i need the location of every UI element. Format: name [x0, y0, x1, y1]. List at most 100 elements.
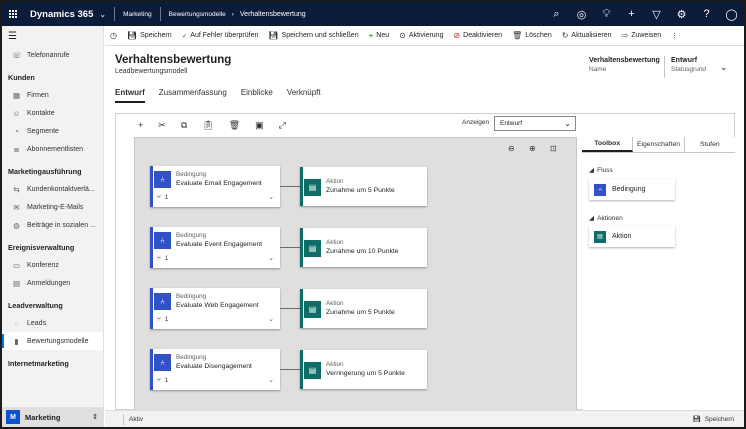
lightbulb-icon[interactable]: 💡︎	[594, 2, 619, 26]
sidebar-item[interactable]: ⇆ Kundenkontaktverlä...	[2, 180, 103, 198]
refresh-button[interactable]: ↻ Aktualisieren	[557, 31, 617, 40]
zoom-out-icon[interactable]: ⊖	[508, 144, 515, 153]
tab-toolbox[interactable]: Toolbox	[582, 137, 634, 152]
gear-icon[interactable]: ⚙	[669, 2, 694, 26]
copy-icon[interactable]: ⧉	[181, 120, 187, 131]
plus-icon[interactable]: +	[619, 2, 644, 26]
triangle-down-icon: ◢	[589, 167, 595, 174]
sidebar-item[interactable]: ◔ Segmente	[2, 122, 103, 140]
chevron-down-icon[interactable]: ⌄	[268, 254, 274, 262]
sidebar-item-label: Beiträge in sozialen ...	[27, 221, 96, 229]
sidebar-item[interactable]: ✉ Marketing-E-Mails	[2, 198, 103, 216]
history-button[interactable]: ◷	[105, 31, 122, 40]
more-label: ⋮	[671, 32, 679, 40]
condition-tile[interactable]: ⑃ Bedingung Evaluate Web Engagement ⑂ 1 ⌄	[150, 288, 280, 329]
history-icon: ◷	[110, 31, 117, 40]
zoom-in-icon[interactable]: ⊕	[529, 144, 536, 153]
new-label: Neu	[376, 32, 390, 39]
tab-stages[interactable]: Stufen	[685, 137, 735, 152]
help-icon[interactable]: ?	[694, 2, 719, 26]
sidebar-item[interactable]: ▮ Bewertungsmodelle	[2, 332, 103, 350]
registration-icon: ▤	[12, 278, 21, 288]
status-label: Statusgrund	[671, 66, 707, 73]
toolbox-action-tile[interactable]: ▤ Aktion	[589, 226, 675, 247]
person-icon[interactable]: ◯	[719, 2, 744, 26]
app-name[interactable]: Dynamics 365	[30, 9, 93, 20]
sidebar-item[interactable]: ◍ Beiträge in sozialen ...	[2, 216, 103, 234]
connector-line	[280, 369, 300, 370]
action-icon: ▤	[594, 230, 606, 243]
show-label: Anzeigen	[462, 119, 490, 126]
save-close-button[interactable]: 💾︎ Speichern und schließen	[263, 31, 363, 40]
action-tile[interactable]: ▤ Aktion Zunahme um 5 Punkte	[300, 167, 427, 206]
breadcrumb-entity[interactable]: Bewertungsmodelle	[169, 11, 226, 18]
action-tile[interactable]: ▤ Aktion Zunahme um 5 Punkte	[300, 289, 427, 328]
delete-button[interactable]: 🗑︎ Löschen	[507, 31, 557, 40]
save-button[interactable]: 💾︎ Speichern	[122, 31, 177, 40]
tab-2[interactable]: Einblicke	[241, 88, 273, 103]
status-bar: Aktiv 💾︎ Speichern	[105, 410, 744, 427]
add-icon[interactable]: +	[138, 120, 143, 130]
action-tile[interactable]: ▤ Aktion Zunahme um 10 Punkte	[300, 228, 427, 267]
filter-icon[interactable]: ▽	[644, 2, 669, 26]
sidebar-item[interactable]: ▭ Konferenz	[2, 256, 103, 274]
expand-icon[interactable]: ⤢	[279, 120, 286, 131]
branch-icon: ⑂	[157, 316, 161, 323]
delete-label: Löschen	[525, 32, 552, 39]
hamburger-icon[interactable]: ☰	[2, 26, 103, 46]
check-errors-button[interactable]: 🗸 Auf Fehler überprüfen	[177, 31, 264, 41]
condition-tile[interactable]: ⑃ Bedingung Evaluate Email Engagement ⑂ 1 ⌄	[150, 166, 280, 207]
sidebar-item[interactable]: ▦ Firmen	[2, 86, 103, 104]
toolbox-condition-tile[interactable]: ⑃ Bedingung	[589, 179, 675, 200]
status-save-button[interactable]: 💾︎ Speichern	[692, 415, 734, 424]
condition-name: Evaluate Event Engagement	[176, 241, 263, 248]
header-expand-chevron-icon[interactable]: ⌄	[720, 62, 728, 73]
sidebar-item[interactable]: ▤ Anmeldungen	[2, 274, 103, 292]
screenshot-icon[interactable]: ▣	[255, 120, 264, 131]
app-launcher-button[interactable]	[2, 2, 24, 26]
breadcrumb-area[interactable]: Marketing	[123, 11, 152, 18]
event-icon: ▭	[12, 260, 21, 270]
chevron-down-icon[interactable]: ⌄	[268, 315, 274, 323]
area-switcher[interactable]: M Marketing ⇕	[2, 407, 104, 427]
save-close-label: Speichern und schließen	[281, 32, 359, 39]
deactivate-button[interactable]: ⊘ Deaktivieren	[448, 31, 507, 40]
action-tile[interactable]: ▤ Aktion Verringerung um 5 Punkte	[300, 350, 427, 389]
connector-line	[280, 186, 300, 187]
tab-1[interactable]: Zusammenfassung	[159, 88, 227, 103]
flow-section-header[interactable]: ◢ Fluss	[589, 166, 613, 175]
chevron-down-icon[interactable]: ⌄	[268, 193, 274, 201]
tab-properties[interactable]: Eigenschaften	[633, 137, 685, 152]
new-button[interactable]: + Neu	[364, 31, 395, 40]
delete-icon[interactable]: 🗑︎	[229, 120, 240, 131]
branch-count-value: 1	[164, 377, 169, 384]
sidebar-item[interactable]: ☏ Telefonanrufe	[2, 46, 103, 64]
tab-0[interactable]: Entwurf	[115, 88, 145, 103]
assign-button[interactable]: ⇨ Zuweisen	[617, 31, 667, 40]
sidebar-item[interactable]: ≣ Abonnementlisten	[2, 140, 103, 158]
goal-icon[interactable]: ◎	[569, 2, 594, 26]
chevron-down-icon[interactable]: ⌄	[268, 376, 274, 384]
cut-icon[interactable]: ✂	[158, 120, 166, 131]
triangle-down-icon: ◢	[589, 215, 595, 222]
actions-section-header[interactable]: ◢ Aktionen	[589, 214, 623, 223]
search-icon[interactable]: ⌕	[544, 2, 569, 26]
condition-tile[interactable]: ⑃ Bedingung Evaluate Event Engagement ⑂ 1 ⌄	[150, 227, 280, 268]
sidebar-item[interactable]: ☺ Kontakte	[2, 104, 103, 122]
sitemap-sidebar: ☰ ☏ Telefonanrufe Kunden ▦ Firmen ☺ Kontakte ◔ S…	[2, 26, 104, 427]
activate-button[interactable]: ⊙ Aktivierung	[394, 31, 448, 40]
name-label: Name	[589, 66, 607, 73]
fit-to-screen-icon[interactable]: ⊡	[550, 144, 557, 153]
tab-3[interactable]: Verknüpft	[287, 88, 321, 103]
show-dropdown[interactable]: Entwurf ⌄	[494, 116, 576, 131]
branch-icon: ⑂	[157, 194, 161, 201]
sidebar-item-label: Konferenz	[27, 261, 59, 269]
chevron-down-icon[interactable]: ⌄	[99, 10, 106, 19]
branch-count: ⑂ 1	[157, 255, 168, 262]
more-button[interactable]: ⋮	[666, 32, 683, 40]
condition-tile[interactable]: ⑃ Bedingung Evaluate Disengagement ⑂ 1 ⌄	[150, 349, 280, 390]
contact-icon: ☺	[12, 108, 21, 118]
designer-canvas[interactable]: ⊖ ⊕ ⊡ ⑃ Bedingung Evaluate Email Engagemen…	[134, 137, 577, 411]
paste-icon[interactable]: 📋︎	[202, 120, 213, 131]
sidebar-item[interactable]: ◌ Leads	[2, 314, 103, 332]
